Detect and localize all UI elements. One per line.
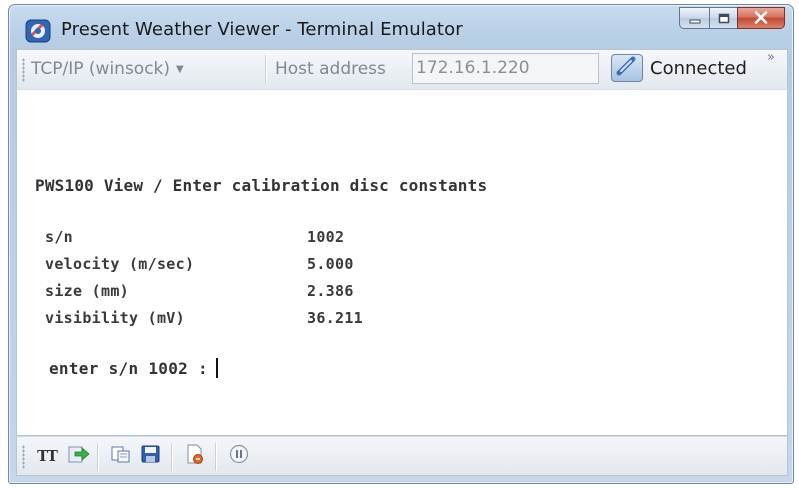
bottom-separator (171, 443, 172, 471)
new-log-icon (184, 443, 206, 469)
command-prompt[interactable]: enter s/n 1002 : (49, 358, 218, 378)
app-icon[interactable] (25, 19, 51, 43)
field-label-size: size (mm) (45, 282, 129, 300)
copy-icon (110, 444, 132, 468)
maximize-button[interactable] (709, 7, 737, 29)
connection-toggle-button[interactable] (611, 54, 643, 82)
host-address-label: Host address (275, 59, 386, 79)
protocol-value: TCP/IP (winsock) (31, 59, 171, 79)
terminal-emulator-window: Present Weather Viewer - Terminal Emulat… (8, 4, 794, 484)
caption-buttons (679, 7, 785, 31)
toolbar-separator (265, 55, 266, 83)
dropdown-arrow-icon: ▼ (176, 64, 184, 75)
field-value-serial: 1002 (307, 228, 345, 246)
title-bar[interactable]: Present Weather Viewer - Terminal Emulat… (9, 5, 793, 49)
copy-button[interactable] (109, 444, 133, 468)
field-label-visibility: visibility (mV) (45, 309, 185, 327)
bottom-toolbar: TT (16, 436, 788, 476)
text-cursor (215, 358, 218, 378)
maximize-icon (718, 9, 730, 28)
field-label-serial: s/n (45, 228, 73, 246)
connection-status-label: Connected (650, 58, 747, 79)
protocol-dropdown[interactable]: TCP/IP (winsock) ▼ (31, 56, 184, 82)
save-icon (140, 444, 162, 468)
field-value-visibility: 36.211 (307, 309, 363, 327)
font-button[interactable]: TT (33, 444, 61, 468)
pause-button[interactable] (227, 444, 251, 468)
send-arrow-icon (68, 444, 90, 468)
close-x-icon (754, 9, 768, 28)
field-value-size: 2.386 (307, 282, 354, 300)
window-title: Present Weather Viewer - Terminal Emulat… (61, 19, 463, 40)
terminal-output[interactable]: PWS100 View / Enter calibration disc con… (16, 89, 788, 436)
field-label-velocity: velocity (m/sec) (45, 255, 195, 273)
host-address-input[interactable]: 172.16.1.220 (412, 53, 599, 84)
connection-icon (616, 56, 638, 80)
toolbar-overflow-chevron-icon[interactable]: » (767, 50, 775, 65)
prompt-text: enter s/n 1002 : (49, 359, 208, 378)
save-button[interactable] (139, 444, 163, 468)
field-value-velocity: 5.000 (307, 255, 354, 273)
bottom-separator (97, 443, 98, 471)
pause-icon (228, 443, 250, 469)
send-button[interactable] (67, 444, 91, 468)
minimize-button[interactable] (679, 7, 709, 29)
bottom-separator (215, 443, 216, 471)
minimize-icon (689, 9, 701, 28)
toolbar-grip[interactable] (22, 58, 25, 82)
connection-toolbar: TCP/IP (winsock) ▼ Host address 172.16.1.… (16, 49, 788, 89)
font-icon: TT (37, 447, 58, 465)
terminal-heading: PWS100 View / Enter calibration disc con… (35, 176, 488, 195)
new-log-button[interactable] (183, 444, 207, 468)
bottom-toolbar-grip[interactable] (22, 445, 25, 469)
close-button[interactable] (737, 7, 785, 29)
